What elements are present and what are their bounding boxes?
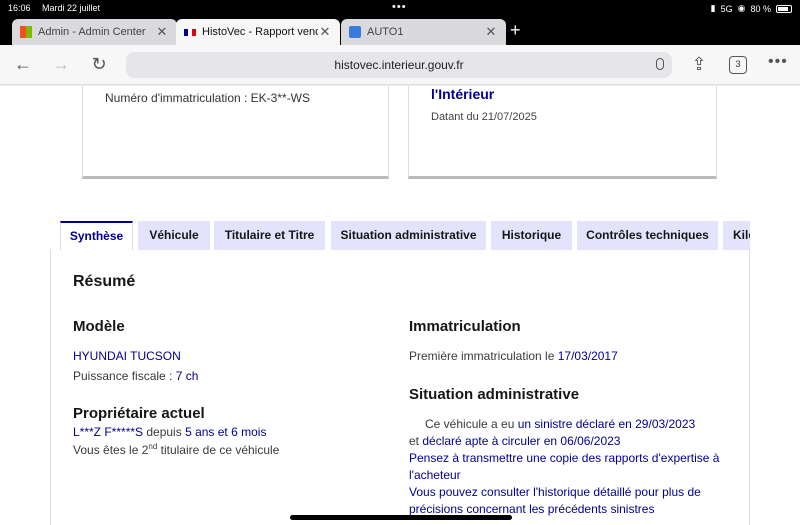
registration-card: Numéro d'immatriculation : EK-3**-WS <box>82 86 389 179</box>
url-text: histovec.interieur.gouv.fr <box>334 58 464 72</box>
status-date: Mardi 22 juillet <box>42 3 101 13</box>
owner-since-value: 5 ans et 6 mois <box>185 425 267 439</box>
status-bar: 16:06 Mardi 22 juillet ••• ▮ 5G ◉ 80 % <box>0 0 800 16</box>
wifi-icon: ▮ <box>710 3 716 13</box>
new-tab-button[interactable]: + <box>510 20 521 41</box>
multitasking-dots-icon[interactable]: ••• <box>392 1 407 13</box>
status-time: 16:06 <box>8 3 31 13</box>
model-title: Modèle <box>73 318 125 335</box>
holder-sup: nd <box>148 442 158 451</box>
tab-vehicule[interactable]: Véhicule <box>138 221 210 250</box>
registration-number: Numéro d'immatriculation : EK-3**-WS <box>105 91 311 105</box>
address-bar[interactable]: histovec.interieur.gouv.fr <box>126 52 672 78</box>
browser-tab-title: AUTO1 <box>367 26 404 38</box>
ministry-date: Datant du 21/07/2025 <box>431 111 537 123</box>
home-indicator[interactable] <box>290 515 512 520</box>
claim-link[interactable]: un sinistre déclaré en 29/03/2023 <box>518 417 695 431</box>
holder-suffix: titulaire de ce véhicule <box>157 443 280 457</box>
close-tab-icon[interactable]: ✕ <box>318 24 332 40</box>
owner-name: L***Z F*****S <box>73 425 144 439</box>
first-registration: Première immatriculation le 17/03/2017 <box>409 349 618 363</box>
admin-line-4[interactable]: l'acheteur <box>409 468 461 482</box>
status-right: ▮ 5G ◉ 80 % <box>711 3 792 14</box>
holder-rank: Vous êtes le 2nd titulaire de ce véhicul… <box>73 442 279 457</box>
owner-title: Propriétaire actuel <box>73 405 205 422</box>
tab-titulaire[interactable]: Titulaire et Titre <box>214 221 325 250</box>
browser-tab-auto1[interactable]: AUTO1 ✕ <box>341 19 506 45</box>
fiscal-power: Puissance fiscale : 7 ch <box>73 369 198 383</box>
model-name: HYUNDAI TUCSON <box>73 349 181 363</box>
browser-tab-admin[interactable]: Admin - Admin Center ✕ <box>12 19 177 45</box>
forward-arrow-icon[interactable]: → <box>50 54 72 75</box>
office-icon <box>20 26 32 38</box>
tab-kilometrage[interactable]: Kilométrage <box>723 221 750 250</box>
admin-line-5[interactable]: Vous pouvez consulter l'historique détai… <box>409 485 701 499</box>
battery-icon <box>776 4 792 13</box>
owner-line: L***Z F*****S depuis 5 ans et 6 mois <box>73 425 266 439</box>
summary-title: Résumé <box>73 273 136 290</box>
close-tab-icon[interactable]: ✕ <box>155 24 169 40</box>
registration-title: Immatriculation <box>409 318 521 335</box>
back-arrow-icon[interactable]: ← <box>12 54 34 75</box>
auto1-icon <box>349 26 361 38</box>
admin-line2-prefix: et <box>409 434 423 448</box>
focus-icon: ◉ <box>737 3 746 13</box>
report-tabs: Synthèse Véhicule Titulaire et Titre Sit… <box>60 221 750 250</box>
tab-controles-techniques[interactable]: Contrôles techniques <box>577 221 718 250</box>
reload-icon[interactable]: ↻ <box>88 54 110 75</box>
tab-count-button[interactable]: 3 <box>729 56 747 74</box>
holder-prefix: Vous êtes le 2 <box>73 443 149 457</box>
signal-label: 5G <box>720 3 733 14</box>
admin-line-2: et déclaré apte à circuler en 06/06/2023 <box>409 434 620 448</box>
fiscal-power-value: 7 ch <box>175 369 199 383</box>
close-tab-icon[interactable]: ✕ <box>484 24 498 40</box>
tab-historique[interactable]: Historique <box>491 221 572 250</box>
tab-situation-administrative[interactable]: Situation administrative <box>331 221 486 250</box>
first-registration-date: 17/03/2017 <box>557 349 618 363</box>
browser-tab-title: HistoVec - Rapport vendeur <box>202 26 318 38</box>
share-icon[interactable]: ⇪ <box>688 54 710 75</box>
browser-tab-histovec[interactable]: HistoVec - Rapport vendeur ✕ <box>176 19 340 45</box>
tab-synthese[interactable]: Synthèse <box>60 221 133 250</box>
browser-toolbar: ← → ↻ histovec.interieur.gouv.fr ⇪ 3 ••• <box>0 45 800 85</box>
admin-line-3[interactable]: Pensez à transmettre une copie des rappo… <box>409 451 719 465</box>
admin-line-1: Ce véhicule a eu un sinistre déclaré en … <box>425 417 695 431</box>
ministry-title: l'Intérieur <box>431 86 495 102</box>
battery-label: 80 % <box>750 3 771 14</box>
admin-line1-prefix: Ce véhicule a eu <box>425 417 518 431</box>
fiscal-power-label: Puissance fiscale : <box>73 369 176 383</box>
french-flag-icon <box>184 28 196 36</box>
owner-since-prefix: depuis <box>143 425 186 439</box>
page-content: Numéro d'immatriculation : EK-3**-WS l'I… <box>0 86 800 525</box>
ministry-card: l'Intérieur Datant du 21/07/2025 <box>408 86 717 179</box>
first-registration-label: Première immatriculation le <box>409 349 558 363</box>
browser-tab-strip: Admin - Admin Center ✕ HistoVec - Rappor… <box>0 16 800 45</box>
fit-to-drive-link[interactable]: déclaré apte à circuler en 06/06/2023 <box>422 434 620 448</box>
admin-line-6[interactable]: précisions concernant les précédents sin… <box>409 502 654 516</box>
browser-tab-title: Admin - Admin Center <box>38 26 146 38</box>
microphone-icon[interactable] <box>656 58 664 70</box>
more-options-icon[interactable]: ••• <box>768 53 788 71</box>
summary-panel: Résumé Modèle HYUNDAI TUCSON Puissance f… <box>50 249 750 525</box>
admin-title: Situation administrative <box>409 386 580 403</box>
